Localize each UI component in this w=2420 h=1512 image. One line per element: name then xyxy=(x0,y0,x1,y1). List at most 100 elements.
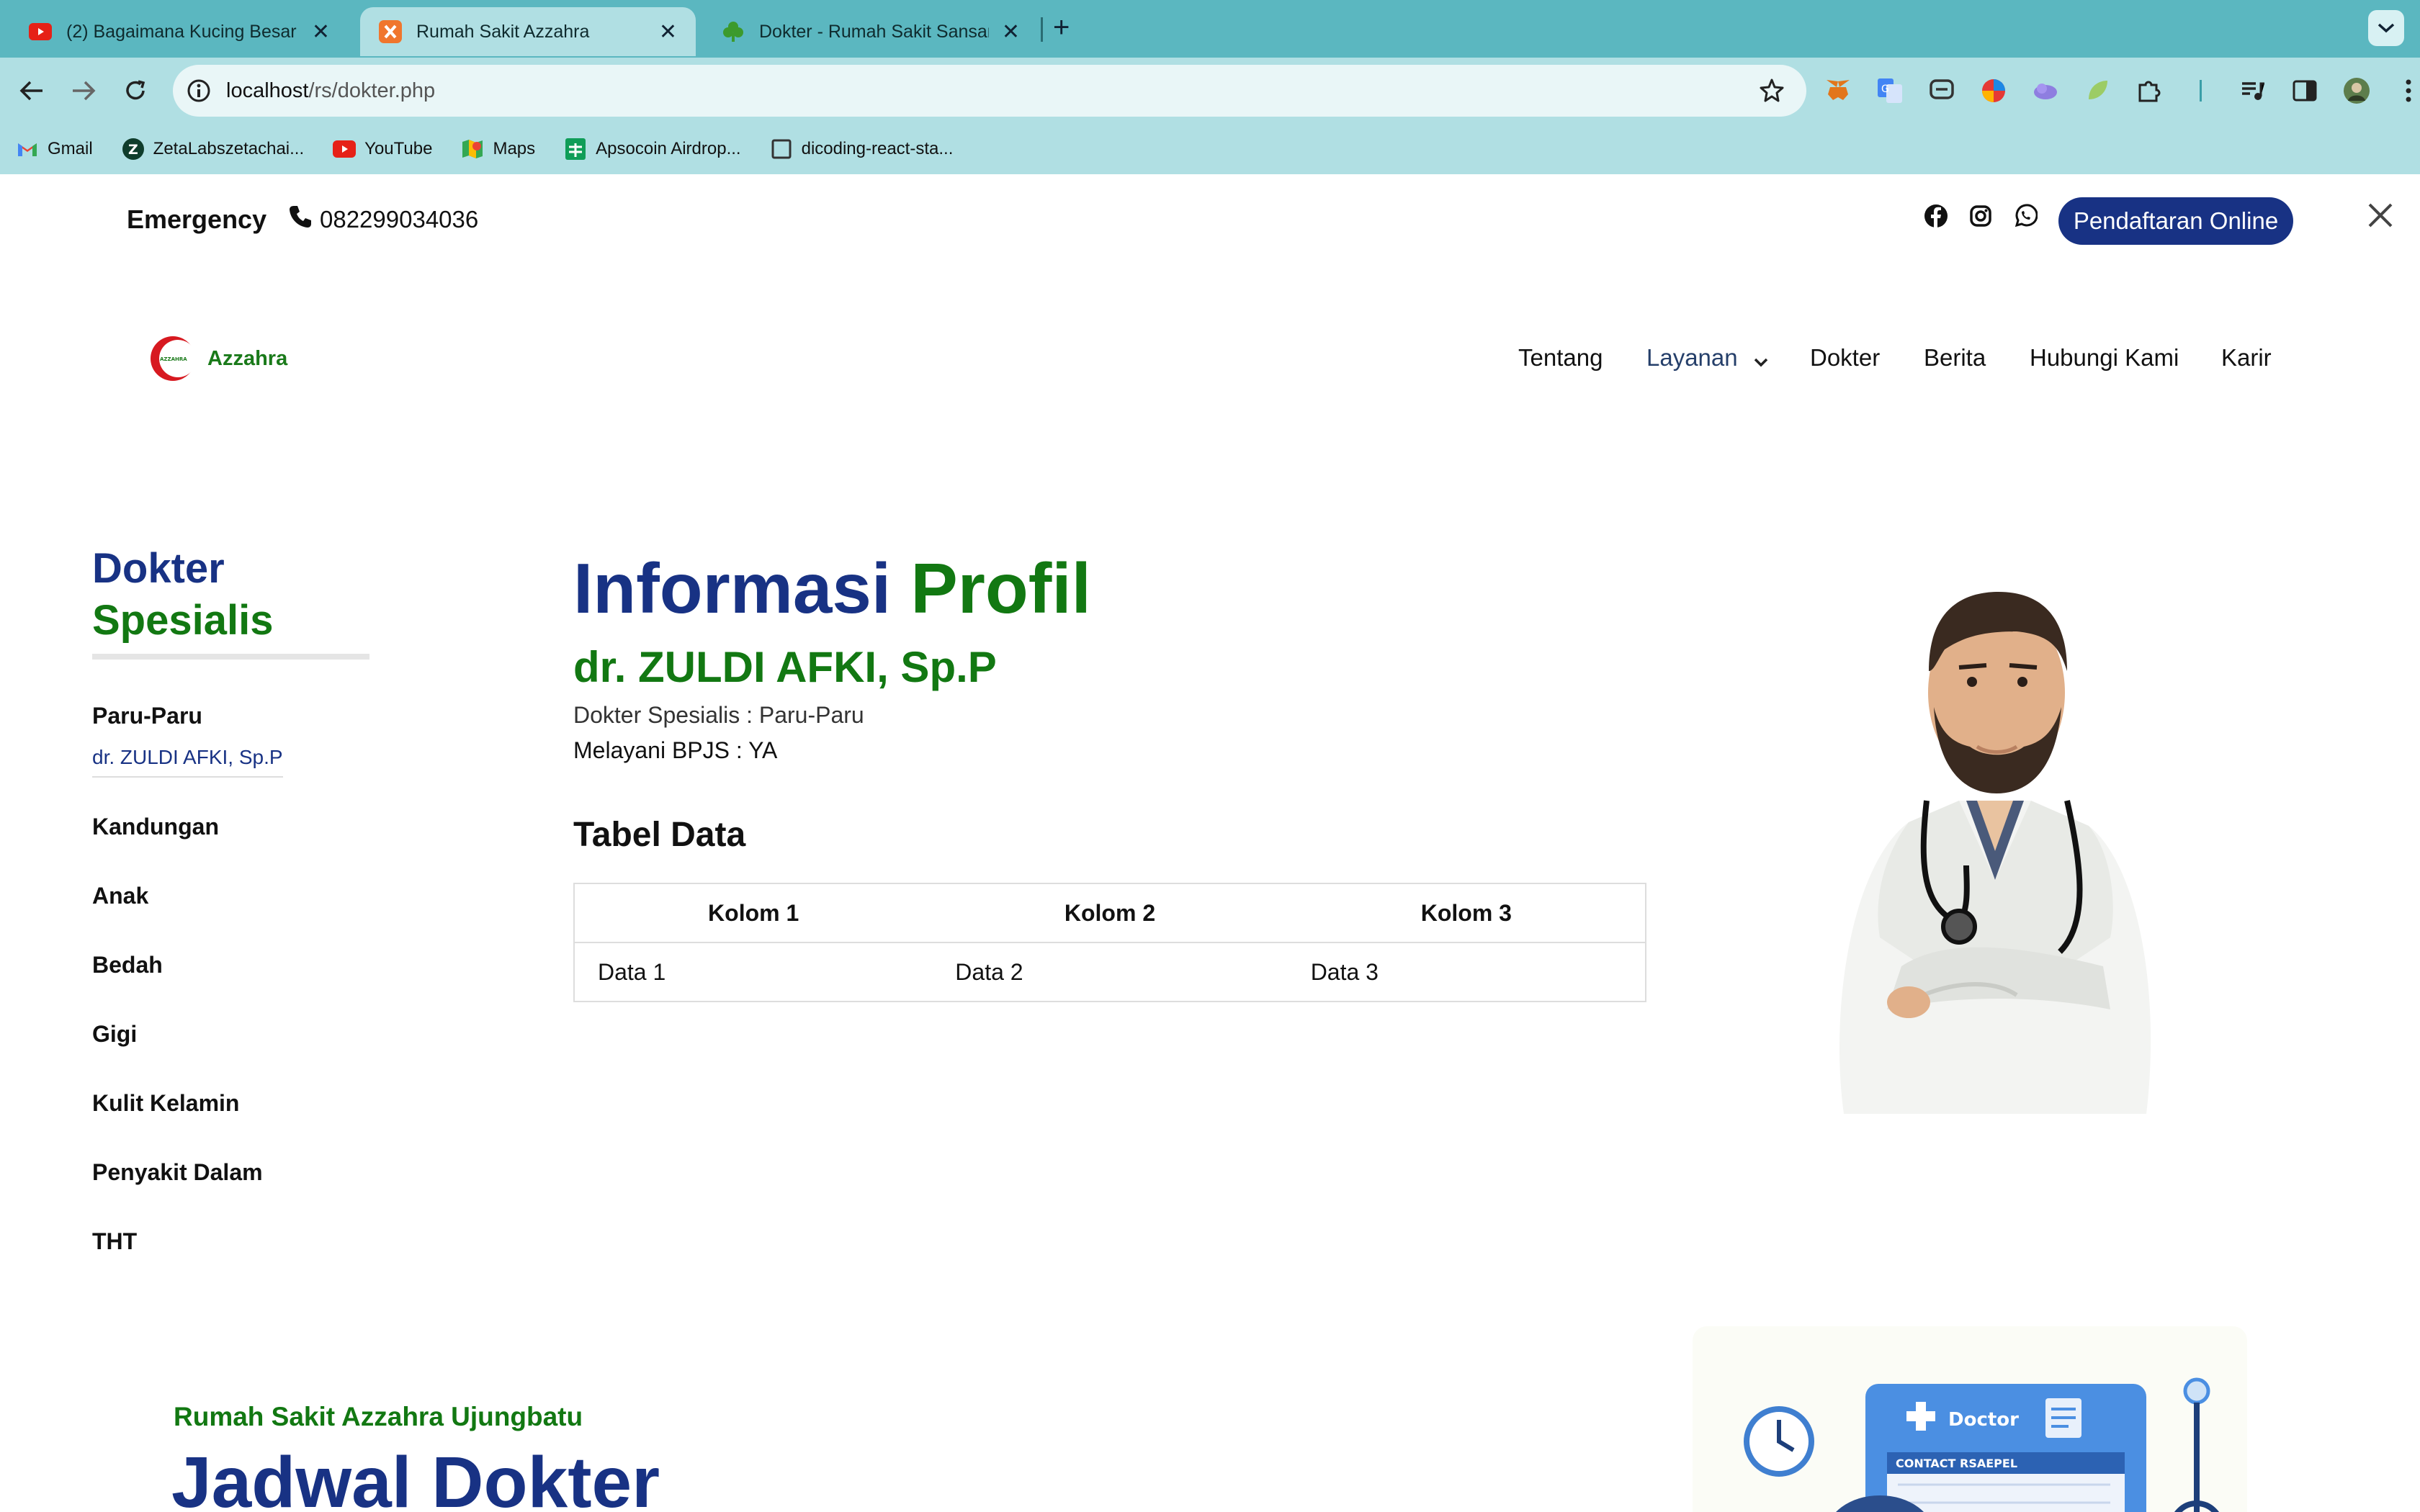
data-table: Kolom 1 Kolom 2 Kolom 3 Data 1 Data 2 Da… xyxy=(573,883,1646,1002)
profile-section: Informasi Profil dr. ZULDI AFKI, Sp.P Do… xyxy=(573,549,1646,1002)
bookmark-youtube[interactable]: YouTube xyxy=(333,138,432,161)
phone-number: 082299034036 xyxy=(320,206,479,233)
online-registration-button[interactable]: Pendaftaran Online xyxy=(2058,197,2293,245)
nav-berita[interactable]: Berita xyxy=(1924,344,1986,372)
phone-icon xyxy=(288,204,313,235)
close-tab-icon[interactable]: ✕ xyxy=(659,19,677,45)
category-paru-paru[interactable]: Paru-Paru xyxy=(92,703,202,729)
tab-youtube[interactable]: (2) Bagaimana Kucing Besar I ✕ xyxy=(10,7,349,56)
emergency-phone[interactable]: 082299034036 xyxy=(288,204,478,235)
bookmark-label: Maps xyxy=(493,139,536,158)
nav-layanan-label: Layanan xyxy=(1646,344,1738,371)
category-tht[interactable]: THT xyxy=(92,1228,137,1255)
close-icon[interactable] xyxy=(2364,199,2397,232)
gmail-icon xyxy=(16,138,39,161)
bookmark-dicoding[interactable]: dicoding-react-sta... xyxy=(770,138,954,161)
google-translate-icon[interactable]: G xyxy=(1874,75,1906,107)
youtube-icon xyxy=(333,138,357,161)
tab-title: Rumah Sakit Azzahra xyxy=(416,21,590,42)
nav-layanan[interactable]: Layanan xyxy=(1646,344,1769,373)
tab-title: Dokter - Rumah Sakit Sansan xyxy=(759,21,989,42)
page-icon xyxy=(770,138,793,161)
tab-title: (2) Bagaimana Kucing Besar I xyxy=(66,21,299,42)
tab-rumah-sakit-azzahra[interactable]: Rumah Sakit Azzahra ✕ xyxy=(360,7,696,56)
reload-icon[interactable] xyxy=(121,76,150,105)
table-cell: Data 2 xyxy=(955,958,1023,985)
bookmark-label: YouTube xyxy=(364,139,433,158)
colorful-ball-icon[interactable] xyxy=(1978,75,2009,107)
kebab-menu-icon[interactable] xyxy=(2393,75,2420,107)
divider-icon xyxy=(2185,75,2217,107)
svg-text:Z: Z xyxy=(128,142,138,158)
bookmark-label: ZetaLabszetachai... xyxy=(153,139,305,158)
close-tab-icon[interactable]: ✕ xyxy=(1002,19,1020,45)
site-logo[interactable]: AZZAHRA Azzahra xyxy=(148,334,287,383)
bookmark-label: dicoding-react-sta... xyxy=(801,139,954,158)
bookmark-label: Apsocoin Airdrop... xyxy=(596,139,741,158)
hospital-logo-icon: AZZAHRA xyxy=(148,334,197,383)
category-kulit-kelamin[interactable]: Kulit Kelamin xyxy=(92,1090,239,1117)
url-text[interactable]: localhost/rs/dokter.php xyxy=(226,79,435,103)
site-info-icon[interactable] xyxy=(186,78,212,104)
doctor-photo xyxy=(1801,563,2190,1114)
extensions-puzzle-icon[interactable] xyxy=(2133,75,2165,107)
profile-heading-part1: Informasi xyxy=(573,549,892,628)
category-penyakit-dalam[interactable]: Penyakit Dalam xyxy=(92,1159,263,1186)
youtube-icon xyxy=(29,20,52,43)
category-kandungan[interactable]: Kandungan xyxy=(92,814,219,840)
bookmark-gmail[interactable]: Gmail xyxy=(16,138,93,161)
browser-chrome: (2) Bagaimana Kucing Besar I ✕ Rumah Sak… xyxy=(0,0,2420,174)
bookmark-star-icon[interactable] xyxy=(1759,78,1785,104)
nav-tentang[interactable]: Tentang xyxy=(1518,344,1603,372)
doctor-link-zuldi-afki[interactable]: dr. ZULDI AFKI, Sp.P xyxy=(92,746,283,778)
bookmark-zetalabs[interactable]: Z ZetaLabszetachai... xyxy=(122,138,304,161)
profile-avatar-icon[interactable] xyxy=(2341,75,2372,107)
url-path: /rs/dokter.php xyxy=(308,79,436,102)
sidebar-title-underline xyxy=(92,654,369,660)
category-bedah[interactable]: Bedah xyxy=(92,952,163,978)
table-header: Kolom 1 xyxy=(574,883,933,943)
web-page: Emergency 082299034036 Pendaftaran Onlin… xyxy=(0,174,2420,1512)
clover-icon xyxy=(722,20,745,43)
doctor-specialist: Dokter Spesialis : Paru-Paru xyxy=(573,702,864,728)
table-header: Kolom 3 xyxy=(1287,883,1646,943)
bookmark-label: Gmail xyxy=(48,139,93,158)
bookmark-maps[interactable]: Maps xyxy=(461,138,535,161)
bookmark-apsocoin[interactable]: Apsocoin Airdrop... xyxy=(564,138,741,161)
url-host: localhost xyxy=(226,79,309,102)
table-cell: Data 1 xyxy=(598,958,666,985)
close-tab-icon[interactable]: ✕ xyxy=(312,19,330,45)
address-bar[interactable]: localhost/rs/dokter.php xyxy=(173,65,1806,117)
category-gigi[interactable]: Gigi xyxy=(92,1021,137,1048)
emergency-label: Emergency xyxy=(127,204,267,234)
chat-extension-icon[interactable] xyxy=(1926,75,1958,107)
doctor-name: dr. ZULDI AFKI, Sp.P xyxy=(573,643,997,691)
whatsapp-icon[interactable] xyxy=(2012,203,2038,229)
social-links xyxy=(1923,203,2038,229)
category-anak[interactable]: Anak xyxy=(92,883,148,909)
illustration-label: Doctor xyxy=(1948,1409,2019,1431)
purple-cloud-icon[interactable] xyxy=(2030,75,2061,107)
instagram-icon[interactable] xyxy=(1968,203,1994,229)
specialist-sidebar: Dokter Spesialis Paru-Paru dr. ZULDI AFK… xyxy=(92,543,373,1254)
sidebar-title-line2: Spesialis xyxy=(92,597,274,644)
media-control-icon[interactable] xyxy=(2237,75,2269,107)
doctor-bpjs: Melayani BPJS : YA xyxy=(573,737,778,763)
sheets-icon xyxy=(564,138,587,161)
forward-arrow-icon[interactable] xyxy=(69,76,98,105)
profile-heading-part2: Profil xyxy=(910,549,1091,628)
nav-hubungi-kami[interactable]: Hubungi Kami xyxy=(2030,344,2179,372)
schedule-illustration: Doctor CONTACT RSAEPEL xyxy=(1693,1326,2247,1512)
facebook-icon[interactable] xyxy=(1923,203,1949,229)
metamask-icon[interactable] xyxy=(1822,75,1854,107)
nav-karir[interactable]: Karir xyxy=(2221,344,2272,372)
tab-dokter-sansan[interactable]: Dokter - Rumah Sakit Sansan ✕ xyxy=(703,7,1039,56)
back-arrow-icon[interactable] xyxy=(17,76,46,105)
side-panel-icon[interactable] xyxy=(2289,75,2321,107)
new-tab-icon[interactable]: + xyxy=(1053,12,1070,44)
maps-icon xyxy=(461,138,484,161)
tab-search-chevron-icon[interactable] xyxy=(2368,10,2404,46)
chevron-down-icon xyxy=(1753,346,1769,373)
green-leaf-icon[interactable] xyxy=(2081,75,2113,107)
nav-dokter[interactable]: Dokter xyxy=(1810,344,1880,372)
